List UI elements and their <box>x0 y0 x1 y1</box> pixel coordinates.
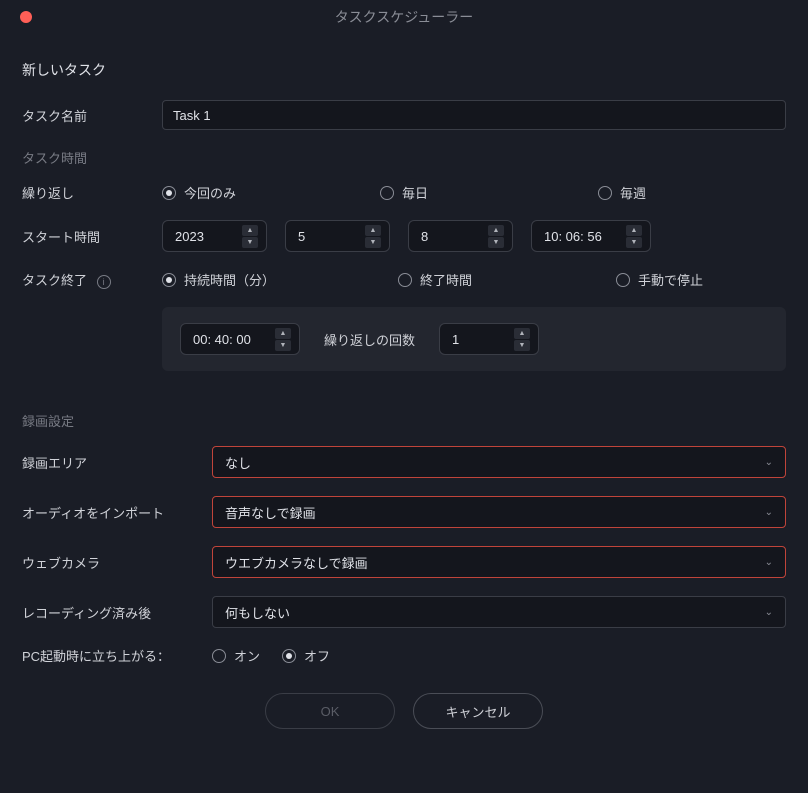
cancel-button[interactable]: キャンセル <box>413 693 543 729</box>
audio-label: オーディオをインポート <box>22 503 212 522</box>
chevron-down-icon[interactable]: ▼ <box>514 340 530 351</box>
task-name-label: タスク名前 <box>22 106 162 125</box>
repeat-once-text: 今回のみ <box>184 183 236 202</box>
chevron-down-icon[interactable]: ▼ <box>365 237 381 248</box>
repeat-weekly-text: 毎週 <box>620 183 646 202</box>
task-name-input[interactable] <box>162 100 786 130</box>
info-icon[interactable]: i <box>97 275 111 289</box>
webcam-select[interactable]: ウエブカメラなしで録画 ⌄ <box>212 546 786 578</box>
start-time-label: スタート時間 <box>22 227 162 246</box>
audio-value: 音声なしで録画 <box>225 503 316 522</box>
end-subbox: 00: 40: 00 ▲▼ 繰り返しの回数 1 ▲▼ <box>162 307 786 371</box>
chevron-up-icon[interactable]: ▲ <box>626 225 642 236</box>
startup-off-radio[interactable]: オフ <box>282 646 330 665</box>
chevron-down-icon[interactable]: ▼ <box>488 237 504 248</box>
radio-icon <box>212 649 226 663</box>
chevron-down-icon[interactable]: ▼ <box>242 237 258 248</box>
end-time-radio[interactable]: 終了時間 <box>398 270 608 289</box>
close-window-dot[interactable] <box>20 11 32 23</box>
record-area-select[interactable]: なし ⌄ <box>212 446 786 478</box>
chevron-up-icon[interactable]: ▲ <box>514 328 530 339</box>
start-month-spinner[interactable]: 5 ▲▼ <box>285 220 390 252</box>
after-record-label: レコーディング済み後 <box>22 603 212 622</box>
webcam-label: ウェブカメラ <box>22 553 212 572</box>
window-title: タスクスケジューラー <box>0 7 808 27</box>
chevron-up-icon[interactable]: ▲ <box>242 225 258 236</box>
task-end-label-text: タスク終了 <box>22 273 87 288</box>
end-manual-text: 手動で停止 <box>638 270 703 289</box>
after-record-value: 何もしない <box>225 603 290 622</box>
chevron-down-icon: ⌄ <box>765 557 773 568</box>
audio-select[interactable]: 音声なしで録画 ⌄ <box>212 496 786 528</box>
start-time-spinner[interactable]: 10: 06: 56 ▲▼ <box>531 220 651 252</box>
radio-icon <box>162 273 176 287</box>
repeat-count-spinner[interactable]: 1 ▲▼ <box>439 323 539 355</box>
chevron-down-icon: ⌄ <box>765 507 773 518</box>
duration-spinner[interactable]: 00: 40: 00 ▲▼ <box>180 323 300 355</box>
chevron-down-icon[interactable]: ▼ <box>626 237 642 248</box>
record-group-label: 録画設定 <box>22 411 786 430</box>
end-manual-radio[interactable]: 手動で停止 <box>616 270 703 289</box>
repeat-count-value: 1 <box>452 332 508 347</box>
task-time-group-label: タスク時間 <box>22 148 786 167</box>
repeat-once-radio[interactable]: 今回のみ <box>162 183 372 202</box>
repeat-weekly-radio[interactable]: 毎週 <box>598 183 646 202</box>
duration-value: 00: 40: 00 <box>193 332 269 347</box>
task-end-label: タスク終了 i <box>22 270 162 289</box>
start-year-value: 2023 <box>175 229 236 244</box>
startup-on-radio[interactable]: オン <box>212 646 260 665</box>
start-day-value: 8 <box>421 229 482 244</box>
end-duration-radio[interactable]: 持続時間（分） <box>162 270 390 289</box>
startup-label: PC起動時に立ち上がる： <box>22 646 212 665</box>
end-duration-text: 持続時間（分） <box>184 270 275 289</box>
radio-icon <box>282 649 296 663</box>
ok-button[interactable]: OK <box>265 693 395 729</box>
startup-on-text: オン <box>234 646 260 665</box>
webcam-value: ウエブカメラなしで録画 <box>225 553 368 572</box>
repeat-daily-text: 毎日 <box>402 183 428 202</box>
chevron-down-icon[interactable]: ▼ <box>275 340 291 351</box>
repeat-daily-radio[interactable]: 毎日 <box>380 183 590 202</box>
radio-icon <box>598 186 612 200</box>
startup-off-text: オフ <box>304 646 330 665</box>
chevron-up-icon[interactable]: ▲ <box>365 225 381 236</box>
titlebar: タスクスケジューラー <box>0 0 808 34</box>
radio-icon <box>162 186 176 200</box>
radio-icon <box>380 186 394 200</box>
start-year-spinner[interactable]: 2023 ▲▼ <box>162 220 267 252</box>
record-area-label: 録画エリア <box>22 453 212 472</box>
repeat-label: 繰り返し <box>22 183 162 202</box>
start-day-spinner[interactable]: 8 ▲▼ <box>408 220 513 252</box>
radio-icon <box>616 273 630 287</box>
chevron-up-icon[interactable]: ▲ <box>488 225 504 236</box>
start-time-value: 10: 06: 56 <box>544 229 620 244</box>
chevron-down-icon: ⌄ <box>765 607 773 618</box>
repeat-count-label: 繰り返しの回数 <box>324 330 415 349</box>
new-task-header: 新しいタスク <box>22 60 786 80</box>
chevron-down-icon: ⌄ <box>765 457 773 468</box>
after-record-select[interactable]: 何もしない ⌄ <box>212 596 786 628</box>
start-month-value: 5 <box>298 229 359 244</box>
record-area-value: なし <box>225 453 251 472</box>
radio-icon <box>398 273 412 287</box>
end-time-text: 終了時間 <box>420 270 472 289</box>
chevron-up-icon[interactable]: ▲ <box>275 328 291 339</box>
